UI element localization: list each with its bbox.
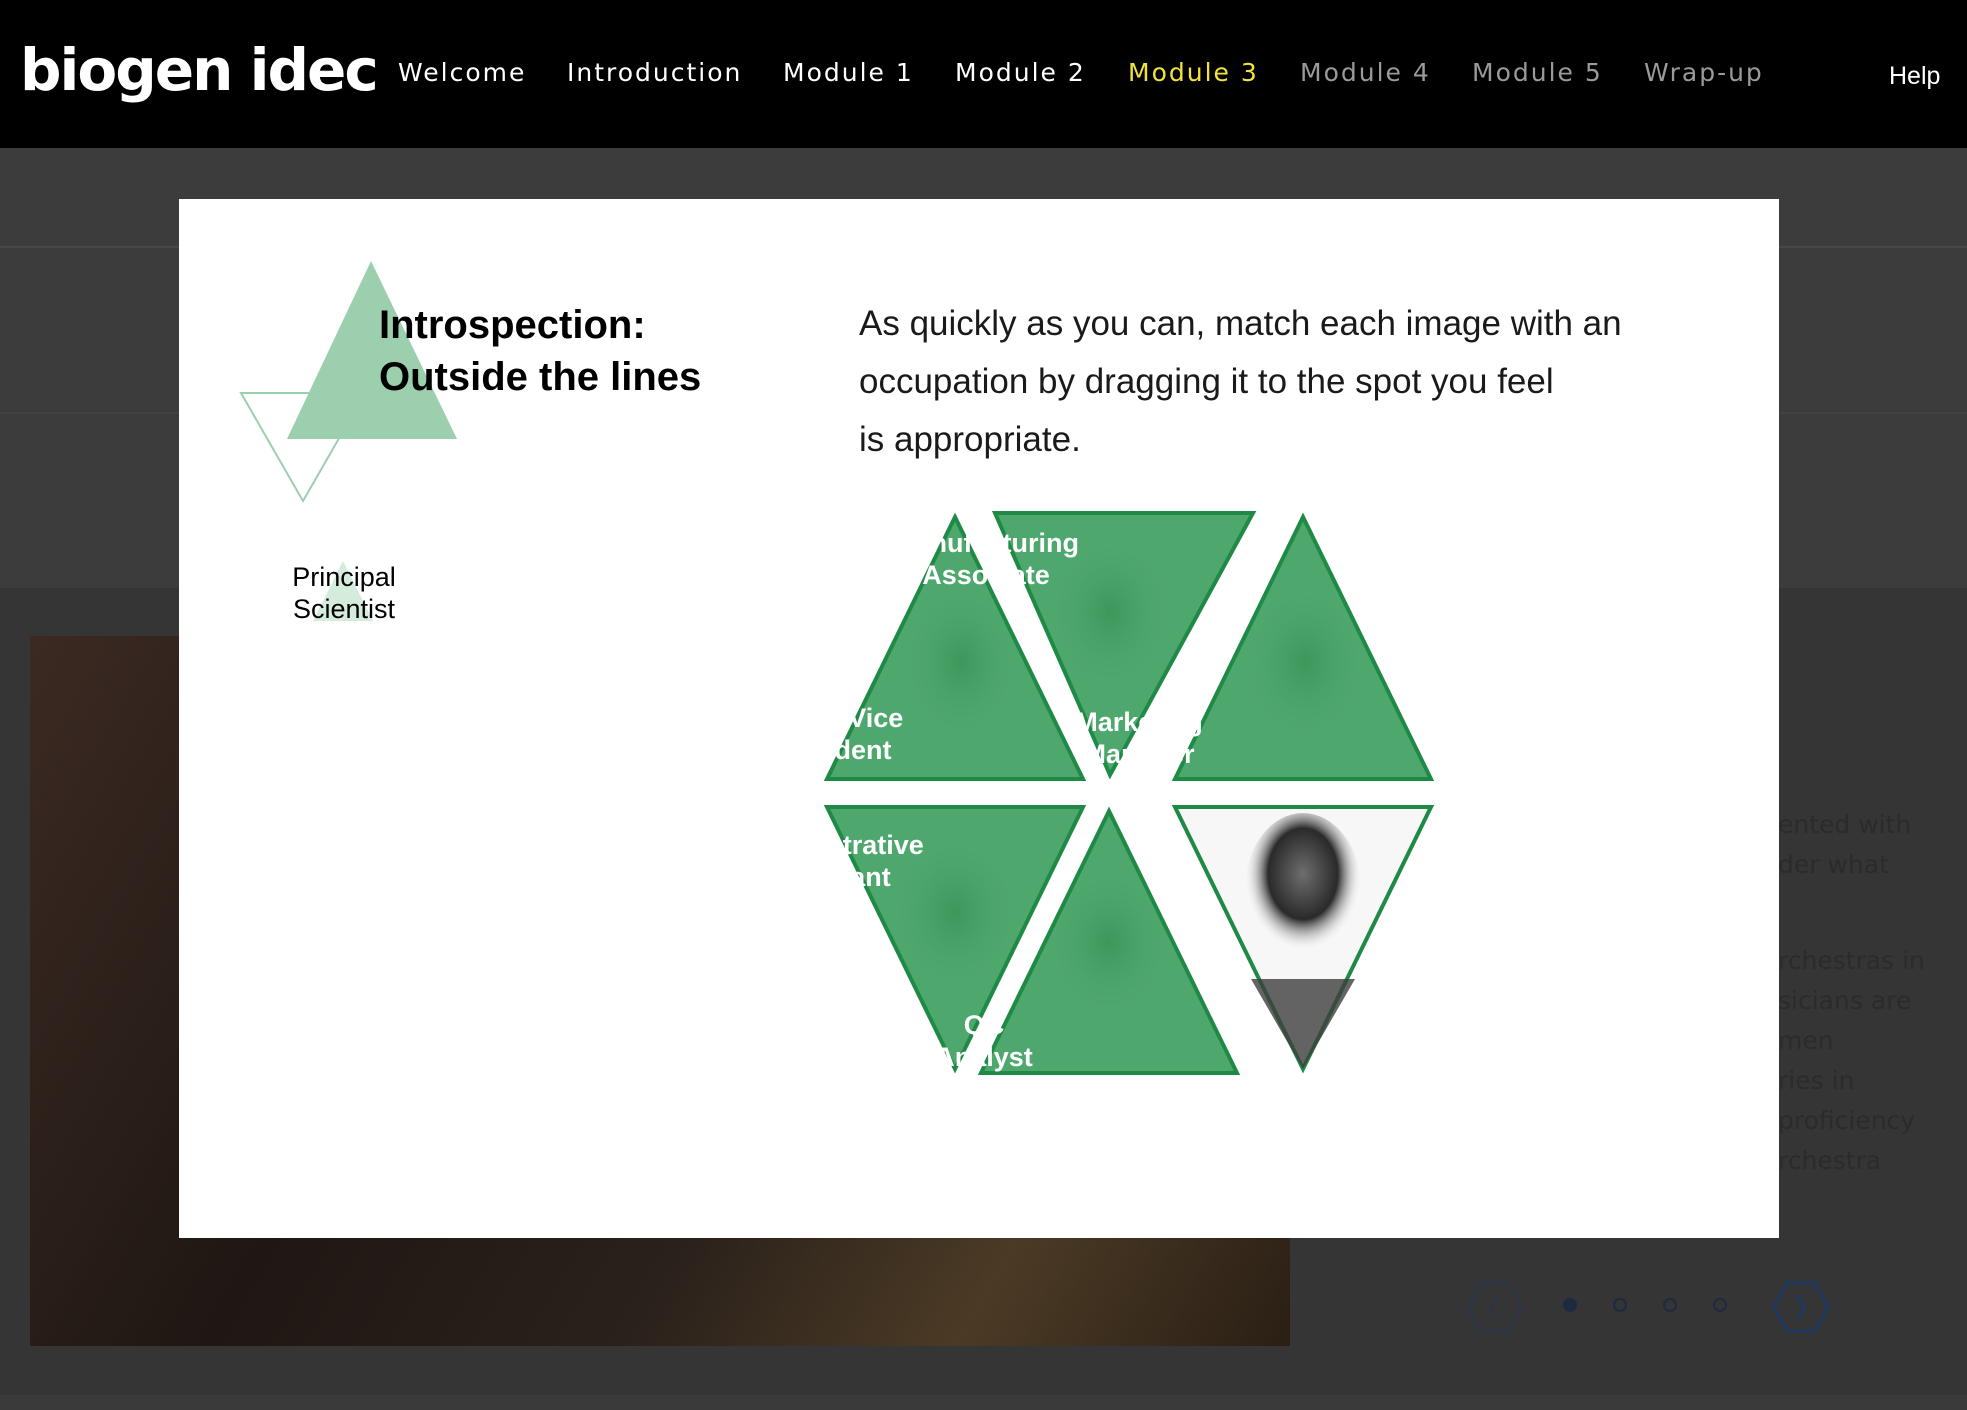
top-bar: biogen idec. Welcome Introduction Module… <box>0 0 1967 1404</box>
title-line: Outside the lines <box>379 355 702 399</box>
instructions-line: is appropriate. <box>859 420 1081 459</box>
chevron-left-icon <box>1466 1281 1524 1333</box>
pager-prev-button[interactable] <box>1466 1281 1524 1333</box>
tile-label-line: Associate <box>922 560 1050 590</box>
tile-label-marketing-manager: Marketing Manager <box>1009 706 1269 770</box>
nav-item-module-1[interactable]: Module 1 <box>783 58 914 87</box>
body-text: ented with der what rchestras in sicians… <box>1778 805 1967 1181</box>
tile-label-line: Senior Vice <box>756 703 904 733</box>
activity-modal: Introspection: Outside the lines Princip… <box>179 199 1779 1238</box>
instructions-text: As quickly as you can, match each image … <box>859 295 1719 469</box>
pager-dot[interactable] <box>1613 1298 1627 1312</box>
tile-label-line: Administrative <box>736 830 924 860</box>
tile-label-qc-analyst: QC Analyst <box>854 1009 1114 1073</box>
body-text-line: rchestras in <box>1778 946 1925 975</box>
nav-item-welcome[interactable]: Welcome <box>398 58 526 87</box>
pager-dot[interactable] <box>1663 1298 1677 1312</box>
pager-next-button[interactable] <box>1772 1281 1830 1333</box>
tile-label-line: Manufacturing <box>893 528 1079 558</box>
tile-label-line: QC <box>963 1010 1005 1040</box>
nav-item-introduction[interactable]: Introduction <box>567 58 742 87</box>
tile-label-senior-vice-president: Senior Vice President <box>700 702 960 766</box>
help-link[interactable]: Help <box>1889 62 1940 91</box>
body-text-line: ries in <box>1778 1066 1855 1095</box>
tile-label-administrative-assistant: Administrative Assistant <box>700 829 960 893</box>
tile-label-line: Marketing <box>1075 707 1203 737</box>
page-title: Introspection: Outside the lines <box>379 299 701 403</box>
body-text-line: der what <box>1778 850 1889 879</box>
instructions-line: As quickly as you can, match each image … <box>859 304 1622 343</box>
nav-item-module-5[interactable]: Module 5 <box>1472 58 1603 87</box>
tile-label-manufacturing-associate: Manufacturing Associate <box>856 527 1116 591</box>
body-text-line: rchestra <box>1778 1146 1882 1175</box>
title-line: Introspection: <box>379 303 646 347</box>
tile-label-line: Assistant <box>769 862 891 892</box>
body-text-line: proficiency <box>1778 1106 1916 1135</box>
instructions-line: occupation by dragging it to the spot yo… <box>859 362 1554 401</box>
tile-label-line: Manager <box>1083 739 1195 769</box>
biogen-idec-logo[interactable]: biogen idec. <box>20 30 401 1404</box>
draggable-label-principal-scientist[interactable]: Principal Scientist <box>279 561 409 641</box>
drag-label-text: Principal Scientist <box>279 561 409 625</box>
body-text-line: men <box>1778 1026 1834 1055</box>
nav-item-wrap-up[interactable]: Wrap-up <box>1644 58 1764 87</box>
chevron-right-icon <box>1772 1281 1830 1333</box>
logo-text: biogen idec <box>20 36 379 104</box>
pager-dot[interactable] <box>1713 1298 1727 1312</box>
drag-label-line: Principal <box>292 562 396 592</box>
drag-label-line: Scientist <box>292 594 396 624</box>
nav-item-module-3[interactable]: Module 3 <box>1128 58 1259 87</box>
tile-label-line: Analyst <box>935 1042 1033 1072</box>
nav-item-module-2[interactable]: Module 2 <box>955 58 1086 87</box>
nav-item-module-4[interactable]: Module 4 <box>1300 58 1431 87</box>
body-text-line: ented with <box>1778 810 1912 839</box>
pager-dot[interactable] <box>1563 1298 1577 1312</box>
body-text-line: sicians are <box>1778 986 1912 1015</box>
tile-label-line: President <box>768 735 892 765</box>
